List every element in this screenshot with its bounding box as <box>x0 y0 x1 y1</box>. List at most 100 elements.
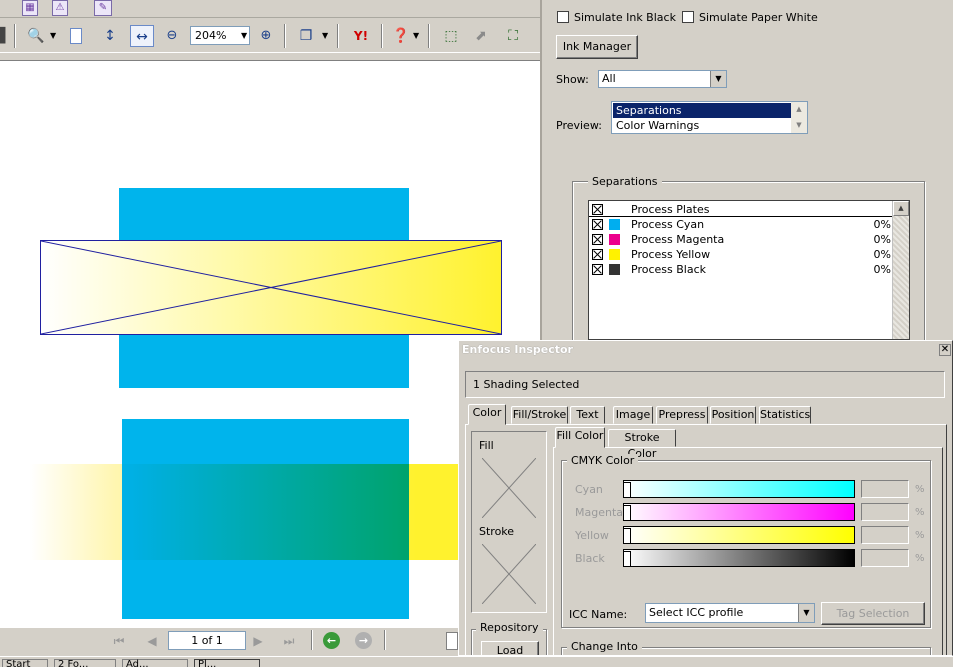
cyan-swatch-icon <box>609 219 620 230</box>
plugin-icon[interactable]: ✎ <box>94 0 112 16</box>
slider-handle[interactable] <box>623 482 631 498</box>
simulate-paper-white-checkbox[interactable] <box>682 11 694 23</box>
fill-label: Fill <box>479 439 494 452</box>
chevron-down-icon[interactable]: ▼ <box>798 604 814 622</box>
tab-fill-color[interactable]: Fill Color <box>555 427 605 448</box>
separations-scrollbar[interactable]: ▲ <box>892 201 909 339</box>
selected-shading-object[interactable] <box>40 240 502 335</box>
show-label: Show: <box>556 73 589 86</box>
last-page-icon[interactable]: ⏭ <box>280 632 298 650</box>
yellow-label: Yellow <box>575 529 609 542</box>
zoom-in-icon[interactable]: ⊕ <box>256 25 276 47</box>
yellow-slider[interactable] <box>623 526 855 544</box>
overprint-overlap-area[interactable] <box>122 464 409 560</box>
inspector-title-bar[interactable]: Enfocus Inspector ✕ <box>459 341 952 359</box>
cyan-value-field[interactable] <box>861 480 909 498</box>
list-item[interactable]: Process Yellow 0% <box>589 247 893 262</box>
stroke-label: Stroke <box>479 525 515 538</box>
separation-name: Process Black <box>631 263 706 276</box>
actual-size-icon[interactable] <box>64 25 88 47</box>
plate-visibility-checkbox[interactable] <box>592 249 603 260</box>
help-icon[interactable]: ❓ <box>390 25 412 47</box>
list-item[interactable]: Process Cyan 0% <box>589 217 893 232</box>
transform-icon[interactable]: ⛶ <box>502 25 524 47</box>
slider-handle[interactable] <box>623 528 631 544</box>
tab-statistics[interactable]: Statistics <box>759 406 811 424</box>
slider-handle[interactable] <box>623 551 631 567</box>
tab-prepress[interactable]: Prepress <box>656 406 708 424</box>
chevron-down-icon[interactable]: ▼ <box>50 25 56 47</box>
show-value: All <box>602 72 616 85</box>
simulate-ink-black-checkbox[interactable] <box>557 11 569 23</box>
list-item[interactable]: Process Black 0% <box>589 262 893 277</box>
magenta-slider[interactable] <box>623 503 855 521</box>
icc-profile-select[interactable]: Select ICC profile ▼ <box>645 603 815 623</box>
preview-option-separations[interactable]: Separations <box>613 103 791 118</box>
listbox-scrollbar[interactable]: ▲ ▼ <box>791 102 807 133</box>
separation-percent: 0% <box>873 218 891 231</box>
taskbar-item[interactable]: Pl... <box>194 659 260 667</box>
close-icon[interactable]: ✕ <box>939 344 951 356</box>
tag-selection-button[interactable]: Tag Selection <box>821 602 925 625</box>
previous-page-icon[interactable]: ◀ <box>143 632 161 650</box>
toolbar-separator <box>14 24 16 48</box>
chevron-down-icon[interactable]: ▼ <box>413 25 419 47</box>
list-item[interactable]: Process Magenta 0% <box>589 232 893 247</box>
show-select[interactable]: All ▼ <box>598 70 727 88</box>
black-value-field[interactable] <box>861 549 909 567</box>
slider-handle[interactable] <box>623 505 631 521</box>
yahoo-icon[interactable]: Y! <box>348 25 374 47</box>
cyan-slider[interactable] <box>623 480 855 498</box>
checker-icon[interactable]: ▦ <box>22 0 38 16</box>
page-layout-icon[interactable] <box>446 632 458 650</box>
plate-visibility-checkbox[interactable] <box>592 234 603 245</box>
load-button[interactable]: Load <box>481 641 539 655</box>
taskbar-item[interactable]: Ad... <box>122 659 188 667</box>
yellow-value-field[interactable] <box>861 526 909 544</box>
separation-name: Process Yellow <box>631 248 711 261</box>
chevron-down-icon[interactable]: ▼ <box>710 71 726 87</box>
plate-visibility-checkbox[interactable] <box>592 264 603 275</box>
scroll-down-icon[interactable]: ▼ <box>791 118 807 133</box>
tab-position[interactable]: Position <box>710 406 756 424</box>
plate-visibility-checkbox[interactable] <box>592 204 603 215</box>
toolbar-separator <box>284 24 286 48</box>
scroll-up-icon[interactable]: ▲ <box>893 201 909 216</box>
chevron-down-icon[interactable]: ▼ <box>322 25 328 47</box>
chevron-down-icon[interactable]: ▼ <box>241 25 247 47</box>
tab-color[interactable]: Color <box>468 404 506 425</box>
simulate-paper-white-label: Simulate Paper White <box>699 11 818 24</box>
tab-text[interactable]: Text <box>570 406 605 424</box>
preview-listbox[interactable]: Separations Color Warnings ▲ ▼ <box>611 101 808 134</box>
first-page-icon[interactable]: ⏮ <box>110 632 128 650</box>
magenta-value-field[interactable] <box>861 503 909 521</box>
fit-page-icon[interactable]: ↕ <box>98 25 122 47</box>
fit-width-icon[interactable]: ↔ <box>130 25 154 47</box>
edit-object-icon[interactable]: ⬚ <box>440 25 462 47</box>
tab-image[interactable]: Image <box>613 406 653 424</box>
plate-visibility-checkbox[interactable] <box>592 219 603 230</box>
separations-list[interactable]: Process Plates Process Cyan 0% Process M… <box>588 200 910 340</box>
next-page-icon[interactable]: ▶ <box>249 632 267 650</box>
separations-group-title: Separations <box>588 175 662 188</box>
pages-icon[interactable]: ❐ <box>294 25 318 47</box>
go-back-icon[interactable]: ← <box>323 632 340 649</box>
preview-option-color-warnings[interactable]: Color Warnings <box>613 118 791 133</box>
no-stroke-icon[interactable] <box>482 544 536 604</box>
taskbar-item[interactable]: Start <box>2 659 48 667</box>
warning-icon[interactable]: ⚠ <box>52 0 68 16</box>
list-item[interactable]: Process Plates <box>589 202 893 217</box>
taskbar-item[interactable]: 2 Fo... <box>54 659 116 667</box>
tab-fill-stroke[interactable]: Fill/Stroke <box>511 406 568 424</box>
black-slider[interactable] <box>623 549 855 567</box>
page-number-field[interactable]: 1 of 1 <box>168 631 246 650</box>
zoom-out-icon[interactable]: ⊖ <box>162 25 182 47</box>
zoom-in-tool-icon[interactable]: 🔍 <box>24 25 48 47</box>
go-forward-icon[interactable]: → <box>355 632 372 649</box>
no-fill-icon[interactable] <box>482 458 536 518</box>
scroll-up-icon[interactable]: ▲ <box>791 102 807 117</box>
select-arrow-icon[interactable]: ⬈ <box>470 25 492 47</box>
ink-manager-button[interactable]: Ink Manager <box>556 35 638 59</box>
percent-label: % <box>915 553 925 564</box>
tab-stroke-color[interactable]: Stroke Color <box>608 429 676 460</box>
